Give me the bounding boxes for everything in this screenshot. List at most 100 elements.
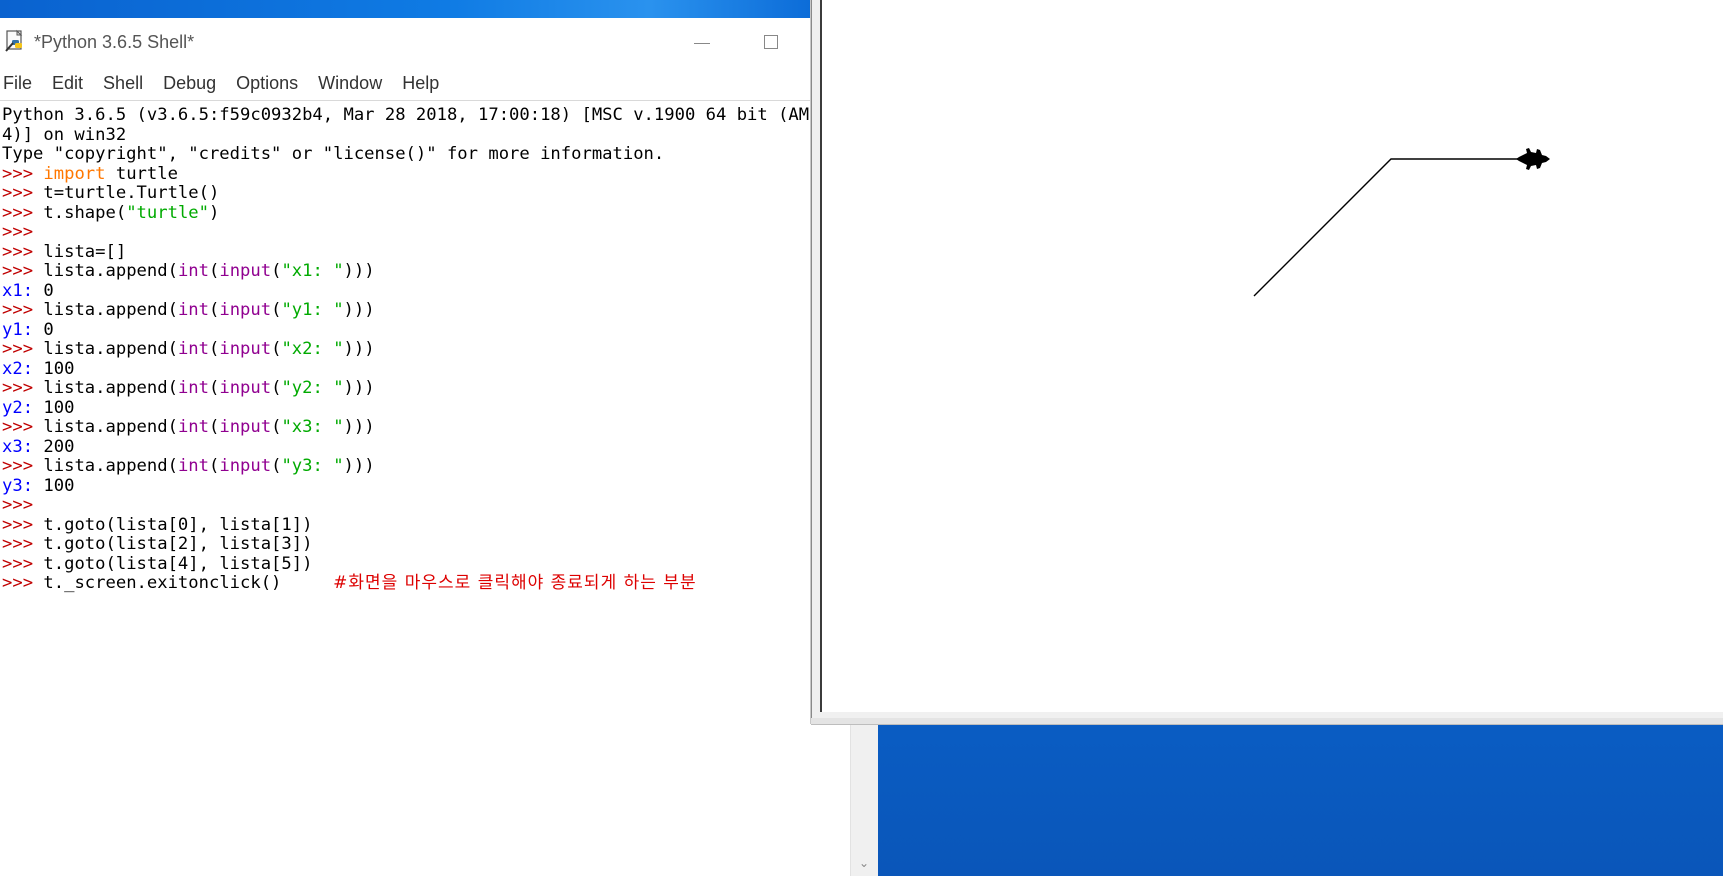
stdout-text: y2: <box>2 397 44 418</box>
menu-options[interactable]: Options <box>233 73 298 94</box>
shell-line: Python 3.6.5 (v3.6.5:f59c0932b4, Mar 28 … <box>2 106 810 126</box>
builtin-token: input <box>219 456 272 476</box>
prompt-marker: >>> <box>2 417 44 437</box>
builtin-token: input <box>219 300 272 320</box>
menu-bar: File Edit Shell Debug Options Window Hel… <box>0 68 810 98</box>
shell-line: >>> t.goto(lista[4], lista[5]) <box>2 553 810 575</box>
code-text: lista=[] <box>43 241 127 262</box>
shell-line: y1: 0 <box>2 319 810 341</box>
shell-line: x2: 100 <box>2 358 810 380</box>
code-text: lista.append( <box>43 339 178 359</box>
code-text: ))) <box>343 378 375 398</box>
shell-line: >>> t.goto(lista[0], lista[1]) <box>2 514 810 536</box>
code-text: 100 <box>43 475 75 496</box>
shell-line: >>> lista=[] <box>2 241 810 263</box>
turtle-path <box>1253 158 1528 297</box>
maximize-button[interactable] <box>749 24 793 60</box>
string-token: "x1: " <box>281 261 344 281</box>
shell-line: >>> <box>2 495 810 516</box>
code-text: ))) <box>343 300 375 320</box>
code-text: t=turtle.Turtle() <box>43 183 220 203</box>
builtin-token: input <box>219 339 272 359</box>
shell-line: Type "copyright", "credits" or "license(… <box>2 144 810 165</box>
code-text: ( <box>271 417 282 437</box>
code-text: ( <box>208 378 220 398</box>
prompt-marker: >>> <box>2 378 44 398</box>
prompt-marker: >>> <box>2 573 44 593</box>
turtle-cursor-icon <box>1516 148 1550 170</box>
window-title: *Python 3.6.5 Shell* <box>34 32 195 52</box>
shell-line: x1: 0 <box>2 280 810 302</box>
turtle-window-border <box>811 718 1723 725</box>
code-text: 200 <box>43 436 75 457</box>
shell-line: >>> t._screen.exitonclick() #화면을 마우스로 클릭… <box>2 573 810 594</box>
code-text: ))) <box>343 417 375 437</box>
code-text: Type "copyright", "credits" or "license(… <box>2 144 665 164</box>
string-token: "x3: " <box>281 417 344 437</box>
builtin-token: int <box>177 261 209 281</box>
code-text: t.goto(lista[0], lista[1]) <box>43 514 313 535</box>
prompt-marker: >>> <box>2 514 44 535</box>
builtin-token: int <box>177 378 209 398</box>
code-text: 100 <box>43 397 75 418</box>
shell-line: >>> lista.append(int(input("x2: "))) <box>2 339 810 360</box>
code-text: ))) <box>343 261 375 281</box>
code-text: lista.append( <box>43 417 178 437</box>
minimize-button[interactable] <box>680 24 724 60</box>
maximize-icon <box>764 35 778 49</box>
turtle-canvas[interactable] <box>820 0 1723 712</box>
shell-output-area[interactable]: Python 3.6.5 (v3.6.5:f59c0932b4, Mar 28 … <box>2 106 810 666</box>
chevron-down-icon[interactable]: ⌄ <box>857 856 871 870</box>
code-text: ( <box>208 456 220 476</box>
shell-line: >>> t.goto(lista[2], lista[3]) <box>2 534 810 555</box>
code-text: ( <box>271 378 282 398</box>
builtin-token: int <box>177 456 209 476</box>
code-text: lista.append( <box>43 378 178 398</box>
turtle-graphics-window[interactable] <box>811 0 1723 724</box>
string-token: "y3: " <box>281 456 344 476</box>
string-token: "turtle" <box>126 202 209 223</box>
comment-token: #화면을 마우스로 클릭해야 종료되게 하는 부분 <box>333 573 697 593</box>
stdout-text: x3: <box>2 436 44 457</box>
prompt-marker: >>> <box>2 534 44 554</box>
code-text: Python 3.6.5 (v3.6.5:f59c0932b4, Mar 28 … <box>2 106 810 125</box>
turtle-drawing <box>1253 148 1550 297</box>
prompt-marker: >>> <box>2 261 44 281</box>
shell-line: y3: 100 <box>2 475 810 497</box>
menu-shell[interactable]: Shell <box>100 73 143 94</box>
menu-file[interactable]: File <box>0 73 32 94</box>
prompt-marker: >>> <box>2 300 44 320</box>
prompt-marker: >>> <box>2 339 44 359</box>
menu-debug[interactable]: Debug <box>160 73 216 94</box>
code-text: ))) <box>343 339 375 359</box>
keyword-token: import <box>43 163 106 184</box>
shell-line: >>> t=turtle.Turtle() <box>2 183 810 204</box>
prompt-marker: >>> <box>2 553 44 574</box>
prompt-marker: >>> <box>2 163 44 184</box>
idle-python-icon <box>5 29 23 52</box>
code-text: t.goto(lista[2], lista[3]) <box>43 534 313 554</box>
prompt-marker: >>> <box>2 456 44 476</box>
menu-edit[interactable]: Edit <box>49 73 83 94</box>
menu-window[interactable]: Window <box>315 73 382 94</box>
code-text: lista.append( <box>43 456 178 476</box>
shell-line: >>> lista.append(int(input("x1: "))) <box>2 261 810 282</box>
idle-shell-window[interactable]: *Python 3.6.5 Shell* File Edit Shell Deb… <box>0 18 850 876</box>
menu-divider <box>0 100 812 101</box>
stdout-text: x1: <box>2 280 44 301</box>
code-text: ) <box>209 202 220 223</box>
menu-help[interactable]: Help <box>399 73 439 94</box>
code-text: 0 <box>43 319 54 340</box>
string-token: "y1: " <box>281 300 344 320</box>
code-text: ( <box>271 300 282 320</box>
shell-line: >>> <box>2 222 810 243</box>
shell-line: 4)] on win32 <box>2 125 810 146</box>
code-text: lista.append( <box>43 300 178 320</box>
code-text: 0 <box>43 280 54 301</box>
code-text: 100 <box>43 358 75 379</box>
stdout-text: x2: <box>2 358 44 379</box>
builtin-token: input <box>219 261 272 281</box>
shell-line: y2: 100 <box>2 397 810 419</box>
shell-titlebar[interactable]: *Python 3.6.5 Shell* <box>0 18 810 68</box>
builtin-token: input <box>219 417 272 437</box>
